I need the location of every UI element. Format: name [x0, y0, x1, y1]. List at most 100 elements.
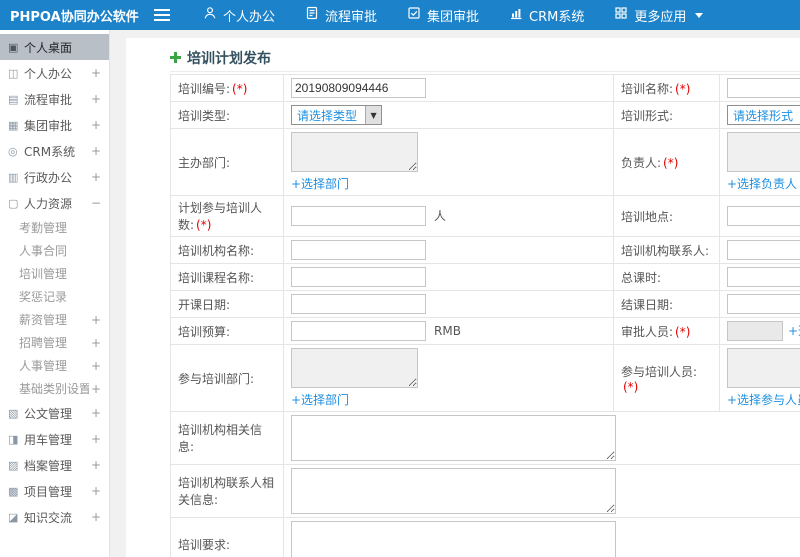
sidebar-item-crm-system[interactable]: ◎ CRM系统 + — [0, 138, 109, 164]
sidebar-item-knowledge-exchange[interactable]: ◪ 知识交流 + — [0, 504, 109, 530]
page-title-bar: 培训计划发布 — [170, 44, 800, 72]
sidebar-item-admin-office[interactable]: ▥ 行政办公 + — [0, 164, 109, 190]
select-department-link[interactable]: +选择部门 — [291, 175, 349, 192]
sidebar-item-personnel-management[interactable]: 人事管理 + — [0, 354, 109, 377]
knowledge-icon: ◪ — [8, 510, 19, 524]
sidebar-item-document-management[interactable]: ▧ 公文管理 + — [0, 400, 109, 426]
participating-staff-textarea[interactable] — [727, 348, 800, 388]
participating-departments-label: 参与培训部门: — [170, 344, 284, 412]
training-requirements-textarea[interactable] — [291, 521, 616, 557]
participant-count-label: 计划参与培训人数: (*) — [170, 195, 284, 237]
office-icon: ◫ — [8, 66, 19, 80]
sidebar-item-workflow-approval[interactable]: ▤ 流程审批 + — [0, 86, 109, 112]
sidebar-item-personnel-contract[interactable]: 人事合同 — [0, 239, 109, 262]
budget-label: 培训预算: — [170, 317, 284, 345]
sidebar-item-recruitment-management[interactable]: 招聘管理 + — [0, 331, 109, 354]
training-requirements-label: 培训要求: — [170, 517, 284, 557]
table-row: 培训预算: RMB 审批人员:(*) +选择审批人员 — [170, 317, 800, 345]
sidebar-item-project-management[interactable]: ▩ 项目管理 + — [0, 478, 109, 504]
total-hours-label: 总课时: — [613, 263, 720, 291]
crm-chart-icon — [509, 6, 523, 24]
user-icon — [203, 6, 217, 24]
project-icon: ▩ — [8, 484, 19, 498]
total-hours-input[interactable] — [727, 267, 800, 287]
archive-icon: ▨ — [8, 458, 19, 472]
sidebar-item-attendance-management[interactable]: 考勤管理 — [0, 216, 109, 239]
training-plan-form: 培训编号:(*) 培训名称:(*) 培训类型: 请选择类型 ▼ — [170, 74, 800, 557]
nav-workflow-approval[interactable]: 流程审批 — [290, 0, 392, 30]
sidebar-item-training-management[interactable]: 培训管理 — [0, 262, 109, 285]
vehicle-icon: ◨ — [8, 432, 19, 446]
course-name-label: 培训课程名称: — [170, 263, 284, 291]
plus-icon — [170, 52, 181, 63]
training-location-label: 培训地点: — [613, 195, 720, 237]
table-row: 培训编号:(*) 培训名称:(*) — [170, 74, 800, 102]
nav-crm-system[interactable]: CRM系统 — [494, 0, 599, 30]
sidebar-item-salary-management[interactable]: 薪资管理 + — [0, 308, 109, 331]
table-row: 培训课程名称: 总课时: — [170, 263, 800, 291]
main-area: 培训计划发布 培训编号:(*) 培训名称:(*) — [110, 30, 800, 557]
select-participants-link[interactable]: +选择参与人员 — [727, 391, 800, 408]
org-info-label: 培训机构相关信息: — [170, 411, 284, 465]
hamburger-menu-icon[interactable] — [154, 9, 170, 21]
approval-check-icon — [407, 6, 421, 24]
training-form-select[interactable]: 请选择形式 ▼ — [727, 105, 800, 125]
training-name-input[interactable] — [727, 78, 800, 98]
training-location-input[interactable] — [727, 206, 800, 226]
end-date-input[interactable] — [727, 294, 800, 314]
org-contact-info-label: 培训机构联系人相关信息: — [170, 464, 284, 518]
participant-count-input[interactable] — [291, 206, 426, 226]
hr-icon: ▢ — [8, 196, 19, 210]
host-department-textarea[interactable] — [291, 132, 418, 172]
course-name-input[interactable] — [291, 267, 426, 287]
nav-group-approval[interactable]: 集团审批 — [392, 0, 494, 30]
org-contact-input[interactable] — [727, 240, 800, 260]
training-number-input[interactable] — [291, 78, 426, 98]
training-form-label: 培训形式: — [613, 101, 720, 129]
app-logo: PHPOA协同办公软件 — [10, 9, 139, 25]
participating-departments-textarea[interactable] — [291, 348, 418, 388]
participating-staff-label: 参与培训人员:(*) — [613, 344, 720, 412]
org-contact-info-textarea[interactable] — [291, 468, 616, 514]
org-info-textarea[interactable] — [291, 415, 616, 461]
crm-icon: ◎ — [8, 144, 18, 158]
leader-textarea[interactable] — [727, 132, 800, 172]
sidebar-item-vehicle-management[interactable]: ◨ 用车管理 + — [0, 426, 109, 452]
top-header: PHPOA协同办公软件 个人办公 流程审批 集团审批 CRM系统 更多应用 — [0, 0, 800, 30]
sidebar-item-reward-punishment[interactable]: 奖惩记录 — [0, 285, 109, 308]
workflow-icon: ▤ — [8, 92, 19, 106]
org-contact-label: 培训机构联系人: — [613, 236, 720, 264]
sidebar-item-basic-category-settings[interactable]: 基础类别设置 + — [0, 377, 109, 400]
document-icon: ▧ — [8, 406, 19, 420]
select-leader-link[interactable]: +选择负责人 — [727, 175, 797, 192]
sidebar-item-archive-management[interactable]: ▨ 档案管理 + — [0, 452, 109, 478]
select-department-link[interactable]: +选择部门 — [291, 391, 349, 408]
page-title: 培训计划发布 — [187, 50, 271, 67]
approver-input[interactable] — [727, 321, 783, 341]
training-number-label: 培训编号: (*) — [170, 74, 284, 102]
nav-more-apps[interactable]: 更多应用 — [599, 0, 718, 30]
table-row: 培训要求: — [170, 517, 800, 557]
end-date-label: 结课日期: — [613, 290, 720, 318]
table-row: 培训机构名称: 培训机构联系人: — [170, 236, 800, 264]
workflow-doc-icon — [305, 6, 319, 24]
group-icon: ▦ — [8, 118, 19, 132]
start-date-label: 开课日期: — [170, 290, 284, 318]
approver-label: 审批人员: (*) — [613, 317, 720, 345]
select-approver-link[interactable]: +选择审批人员 — [788, 322, 800, 339]
table-row: 培训机构相关信息: — [170, 411, 800, 465]
sidebar-item-personal-desktop[interactable]: ▣ 个人桌面 — [0, 34, 109, 60]
org-name-label: 培训机构名称: — [170, 236, 284, 264]
training-name-label: 培训名称: (*) — [613, 74, 720, 102]
table-row: 计划参与培训人数: (*) 人 培训地点: — [170, 195, 800, 237]
budget-input[interactable] — [291, 321, 426, 341]
org-name-input[interactable] — [291, 240, 426, 260]
sidebar-item-personal-office[interactable]: ◫ 个人办公 + — [0, 60, 109, 86]
sidebar-item-human-resources[interactable]: ▢ 人力资源 − — [0, 190, 109, 216]
content-panel: 培训计划发布 培训编号:(*) 培训名称:(*) — [126, 38, 800, 557]
caret-down-icon — [695, 12, 704, 18]
training-type-select[interactable]: 请选择类型 ▼ — [291, 105, 383, 125]
sidebar-item-group-approval[interactable]: ▦ 集团审批 + — [0, 112, 109, 138]
nav-personal-office[interactable]: 个人办公 — [188, 0, 290, 30]
start-date-input[interactable] — [291, 294, 426, 314]
